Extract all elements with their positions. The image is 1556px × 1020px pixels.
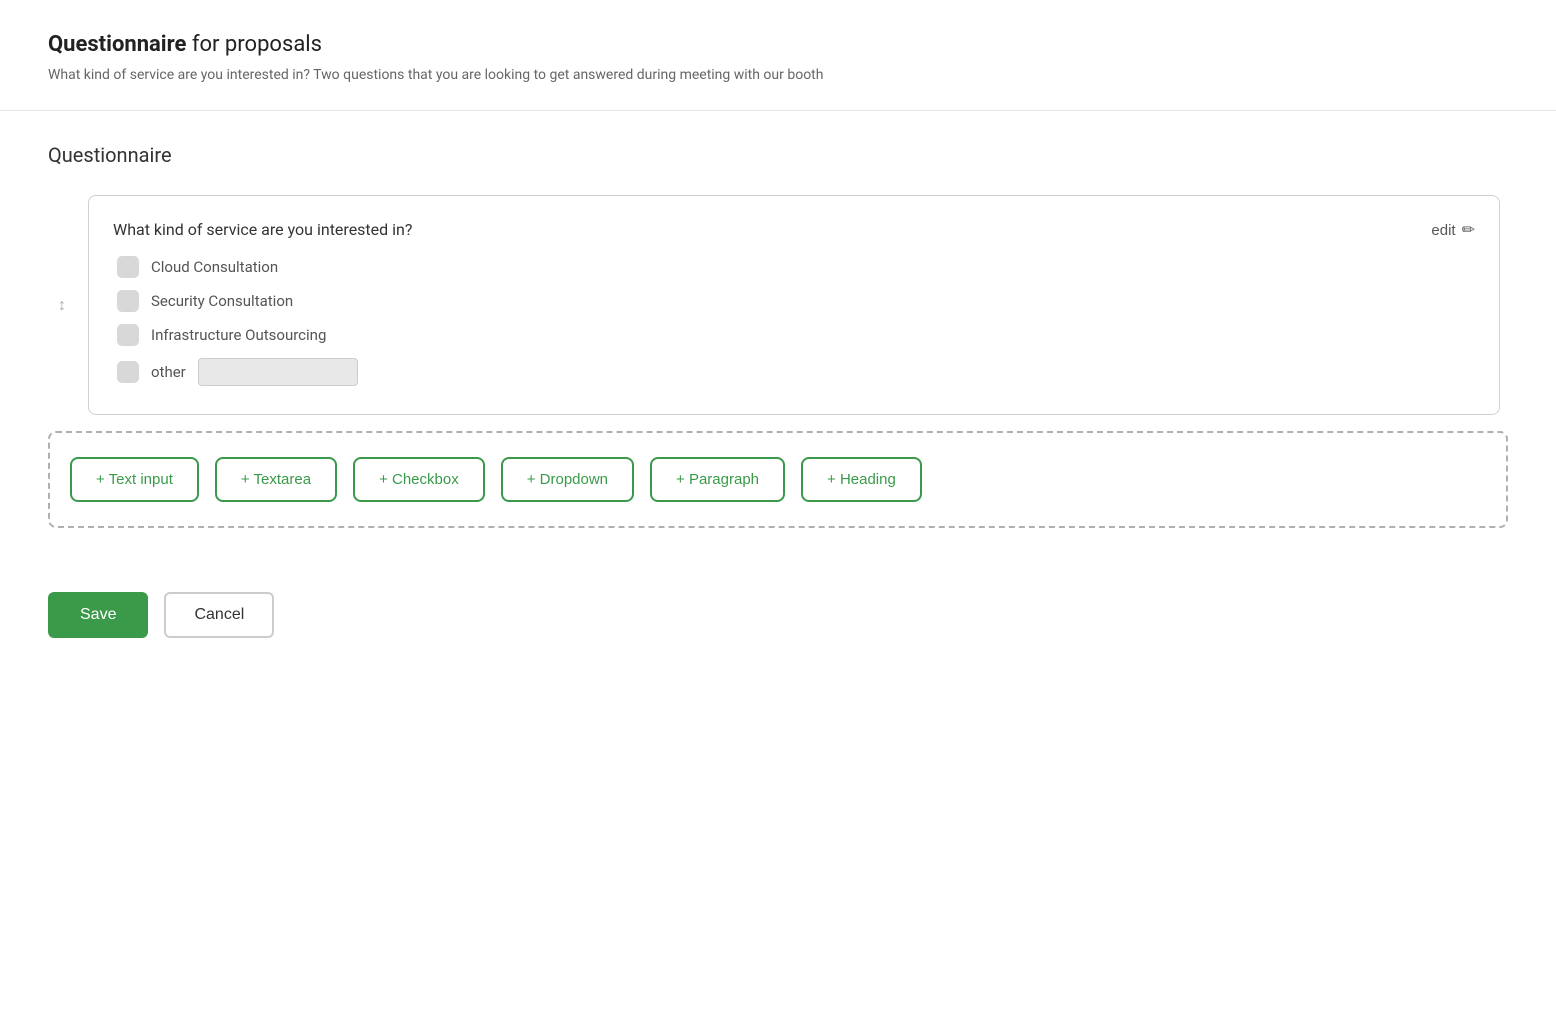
- add-text-input-button[interactable]: + Text input: [70, 457, 199, 502]
- other-text-input[interactable]: [198, 358, 358, 386]
- question-card-header: What kind of service are you interested …: [113, 220, 1475, 240]
- header-section: Questionnaire for proposals What kind of…: [0, 0, 1556, 111]
- question-text: What kind of service are you interested …: [113, 220, 412, 239]
- add-paragraph-button[interactable]: + Paragraph: [650, 457, 785, 502]
- add-buttons-container: + Text input + Textarea + Checkbox + Dro…: [48, 431, 1508, 528]
- cancel-button[interactable]: Cancel: [164, 592, 274, 638]
- save-button[interactable]: Save: [48, 592, 148, 638]
- sort-handle[interactable]: ↕: [58, 295, 66, 315]
- main-section: Questionnaire ↕ What kind of service are…: [0, 111, 1556, 670]
- pencil-icon: ✏: [1462, 220, 1475, 240]
- option-label-security: Security Consultation: [151, 292, 293, 310]
- add-heading-button[interactable]: + Heading: [801, 457, 922, 502]
- option-row-other: other: [117, 358, 1475, 386]
- edit-label: edit: [1431, 222, 1455, 239]
- question-card: What kind of service are you interested …: [88, 195, 1500, 415]
- edit-button[interactable]: edit ✏: [1431, 220, 1475, 240]
- checkbox-security[interactable]: [117, 290, 139, 312]
- option-label-other: other: [151, 363, 186, 381]
- header-title: Questionnaire for proposals: [48, 32, 1508, 57]
- option-row-infra: Infrastructure Outsourcing: [117, 324, 1475, 346]
- header-title-bold: Questionnaire: [48, 32, 186, 57]
- add-textarea-button[interactable]: + Textarea: [215, 457, 337, 502]
- section-title: Questionnaire: [48, 143, 1508, 167]
- option-label-infra: Infrastructure Outsourcing: [151, 326, 326, 344]
- options-list: Cloud Consultation Security Consultation…: [113, 256, 1475, 386]
- add-dropdown-button[interactable]: + Dropdown: [501, 457, 634, 502]
- checkbox-cloud[interactable]: [117, 256, 139, 278]
- sort-icon: ↕: [58, 295, 66, 315]
- header-subtitle: What kind of service are you interested …: [48, 65, 1508, 86]
- option-label-cloud: Cloud Consultation: [151, 258, 278, 276]
- option-row-cloud: Cloud Consultation: [117, 256, 1475, 278]
- checkbox-other[interactable]: [117, 361, 139, 383]
- option-row-security: Security Consultation: [117, 290, 1475, 312]
- header-title-rest: for proposals: [186, 32, 322, 57]
- action-buttons: Save Cancel: [48, 568, 1508, 638]
- add-checkbox-button[interactable]: + Checkbox: [353, 457, 485, 502]
- checkbox-infra[interactable]: [117, 324, 139, 346]
- page-container: Questionnaire for proposals What kind of…: [0, 0, 1556, 1020]
